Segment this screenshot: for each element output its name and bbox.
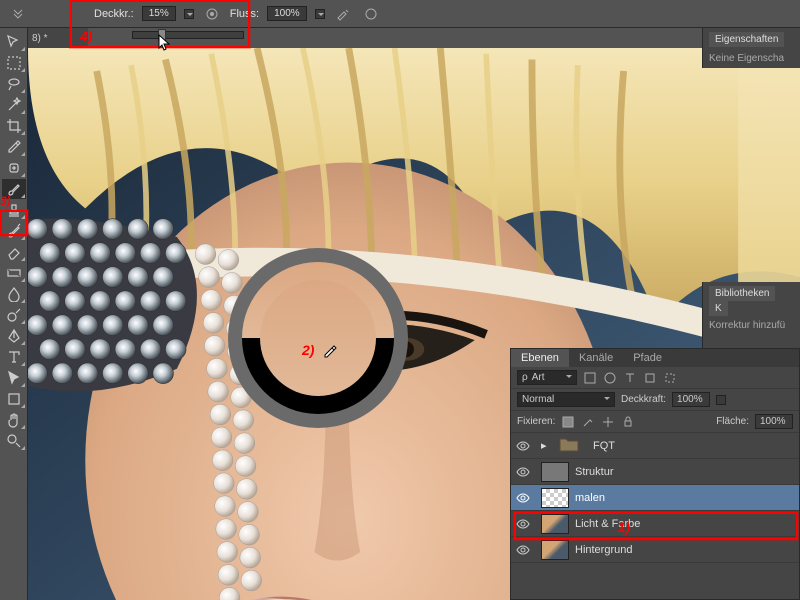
filter-adjust-icon[interactable]	[603, 371, 617, 385]
visibility-toggle[interactable]	[511, 543, 535, 557]
expand-icon[interactable]	[8, 4, 28, 24]
wand-tool[interactable]	[2, 95, 26, 115]
tab-paths[interactable]: Pfade	[623, 349, 672, 367]
annotation-label-3: 3)	[0, 194, 11, 208]
heal-tool[interactable]	[2, 158, 26, 178]
blur-tool[interactable]	[2, 284, 26, 304]
layer-opacity-dropdown[interactable]	[716, 395, 726, 405]
layer-kind-filter[interactable]: ρArt	[517, 370, 577, 385]
pen-tool[interactable]	[2, 326, 26, 346]
layer-row-hintergrund[interactable]: Hintergrund	[511, 537, 799, 563]
tab-channels[interactable]: Kanäle	[569, 349, 623, 367]
layer-opacity-value[interactable]: 100%	[672, 392, 710, 407]
layer-name[interactable]: malen	[575, 492, 799, 504]
hand-tool[interactable]	[2, 410, 26, 430]
layer-thumbnail	[541, 488, 569, 508]
annotation-label-2: 2)	[302, 342, 314, 358]
type-tool[interactable]	[2, 347, 26, 367]
lock-pixels-icon[interactable]	[581, 415, 595, 429]
flow-value[interactable]: 100%	[267, 6, 307, 21]
layer-opacity-label: Deckkraft:	[621, 394, 666, 405]
zoom-tool[interactable]	[2, 431, 26, 451]
annotation-label-1: 1)	[618, 519, 630, 535]
layer-name[interactable]: FQT	[593, 440, 799, 452]
annotation-box-1	[514, 512, 798, 540]
gradient-tool[interactable]	[2, 263, 26, 283]
layers-panel: Ebenen Kanäle Pfade ρArt Normal Deckkraf…	[510, 348, 800, 600]
move-tool[interactable]	[2, 32, 26, 52]
visibility-toggle[interactable]	[511, 439, 535, 453]
libraries-panel: BibliothekenK Korrektur hinzufü	[702, 282, 800, 353]
filter-pixel-icon[interactable]	[583, 371, 597, 385]
lock-transparent-icon[interactable]	[561, 415, 575, 429]
tab-layers[interactable]: Ebenen	[511, 349, 569, 367]
visibility-toggle[interactable]	[511, 491, 535, 505]
layer-row-malen[interactable]: malen	[511, 485, 799, 511]
crop-tool[interactable]	[2, 116, 26, 136]
airbrush-icon[interactable]	[333, 4, 353, 24]
layer-name[interactable]: Struktur	[575, 466, 799, 478]
filter-type-icon[interactable]	[623, 371, 637, 385]
expand-group-icon[interactable]: ▸	[541, 439, 553, 452]
shape-tool[interactable]	[2, 389, 26, 409]
fill-label: Fläche:	[716, 416, 749, 427]
blend-mode-select[interactable]: Normal	[517, 392, 615, 407]
layer-row-fqt[interactable]: ▸ FQT	[511, 433, 799, 459]
lasso-tool[interactable]	[2, 74, 26, 94]
lock-label: Fixieren:	[517, 416, 555, 427]
filter-smart-icon[interactable]	[663, 371, 677, 385]
properties-message: Keine Eigenscha	[709, 53, 794, 64]
brush-hud	[228, 248, 408, 428]
layer-thumbnail	[541, 540, 569, 560]
folder-icon	[559, 436, 587, 456]
filter-shape-icon[interactable]	[643, 371, 657, 385]
lock-position-icon[interactable]	[601, 415, 615, 429]
properties-panel: Eigenschaften Keine Eigenscha	[702, 28, 800, 68]
eraser-tool[interactable]	[2, 242, 26, 262]
dodge-tool[interactable]	[2, 305, 26, 325]
visibility-toggle[interactable]	[511, 465, 535, 479]
toolbox	[0, 28, 28, 600]
lock-all-icon[interactable]	[621, 415, 635, 429]
flow-dropdown[interactable]	[315, 9, 325, 19]
layer-name[interactable]: Hintergrund	[575, 544, 799, 556]
eyedropper-tool[interactable]	[2, 137, 26, 157]
annotation-box-3	[0, 210, 28, 236]
layer-thumbnail	[541, 462, 569, 482]
adjustments-tab[interactable]: K	[709, 301, 728, 316]
fill-value[interactable]: 100%	[755, 414, 793, 429]
path-select-tool[interactable]	[2, 368, 26, 388]
layer-list: ▸ FQT Struktur malen Licht & Farbe Hinte…	[511, 433, 799, 563]
marquee-tool[interactable]	[2, 53, 26, 73]
annotation-label-4: 4)	[80, 28, 92, 44]
libraries-message: Korrektur hinzufü	[709, 320, 794, 331]
pressure-size-icon[interactable]	[361, 4, 381, 24]
properties-tab[interactable]: Eigenschaften	[709, 32, 784, 47]
mouse-cursor-icon	[158, 34, 172, 52]
eyedropper-cursor-icon	[322, 344, 338, 360]
libraries-tab[interactable]: Bibliotheken	[709, 286, 775, 301]
layer-row-struktur[interactable]: Struktur	[511, 459, 799, 485]
